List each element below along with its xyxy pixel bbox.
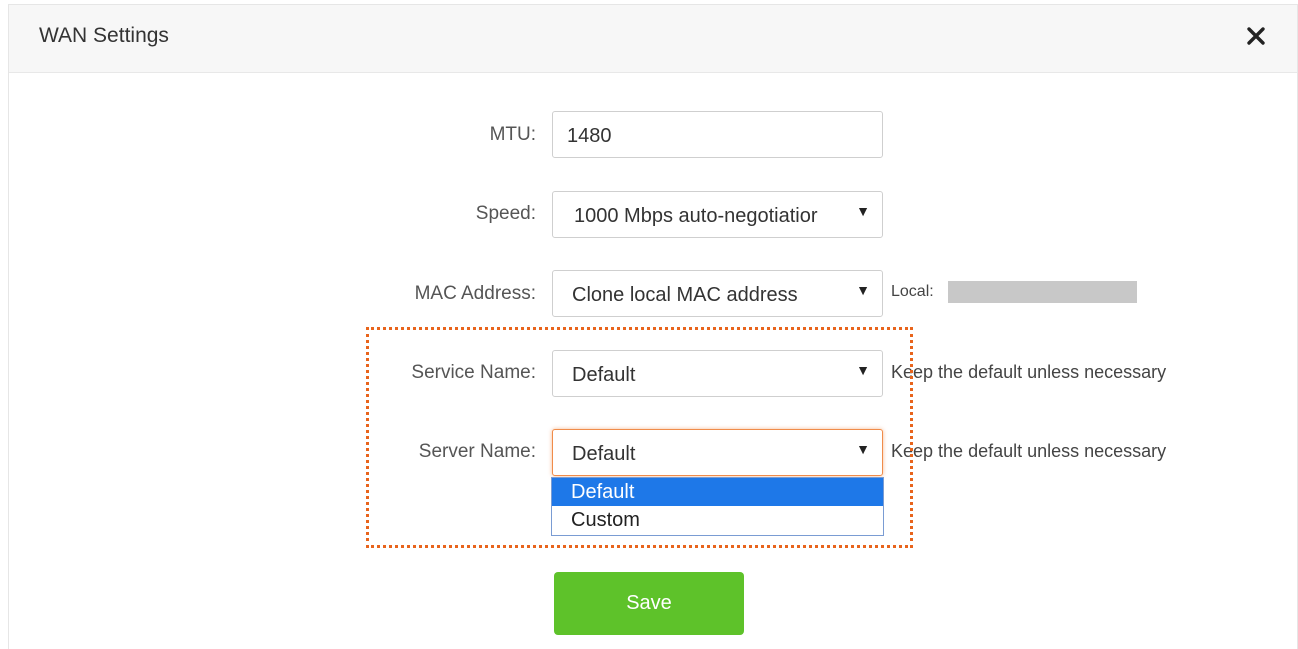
dialog-title: WAN Settings [39, 24, 169, 47]
service-name-hint: Keep the default unless necessary [891, 362, 1167, 382]
server-name-select[interactable]: Default ▼ [552, 429, 883, 476]
service-name-select[interactable]: Default ▼ [552, 350, 883, 397]
mac-address-label: MAC Address: [414, 283, 536, 304]
mac-address-value: Clone local MAC address [572, 284, 798, 306]
mtu-input[interactable]: 1480 [552, 111, 883, 158]
chevron-down-icon: ▼ [856, 203, 870, 219]
speed-select[interactable]: 1000 Mbps auto-negotiatior ▼ [552, 191, 883, 238]
local-mac-redacted [948, 281, 1137, 303]
dropdown-option-default[interactable]: Default [552, 478, 883, 506]
save-button[interactable]: Save [554, 572, 744, 635]
server-name-hint: Keep the default unless necessary [891, 441, 1167, 461]
speed-value: 1000 Mbps auto-negotiatior [574, 205, 818, 227]
server-name-value: Default [572, 443, 636, 465]
mac-local-label: Local: [891, 283, 934, 300]
close-icon[interactable] [1241, 21, 1271, 51]
dropdown-option-custom[interactable]: Custom [552, 506, 883, 534]
chevron-down-icon: ▼ [856, 282, 870, 298]
chevron-down-icon: ▼ [856, 362, 870, 378]
dialog-header: WAN Settings [9, 5, 1297, 73]
wan-settings-dialog: WAN Settings [8, 4, 1298, 649]
mtu-value: 1480 [567, 125, 612, 147]
service-name-label: Service Name: [411, 362, 536, 383]
server-name-label: Server Name: [418, 441, 536, 462]
mac-address-select[interactable]: Clone local MAC address ▼ [552, 270, 883, 317]
server-name-dropdown: Default Custom [551, 477, 884, 536]
service-name-value: Default [572, 364, 636, 386]
chevron-down-icon: ▼ [856, 441, 870, 457]
mtu-label: MTU: [489, 124, 536, 145]
speed-label: Speed: [475, 203, 536, 224]
